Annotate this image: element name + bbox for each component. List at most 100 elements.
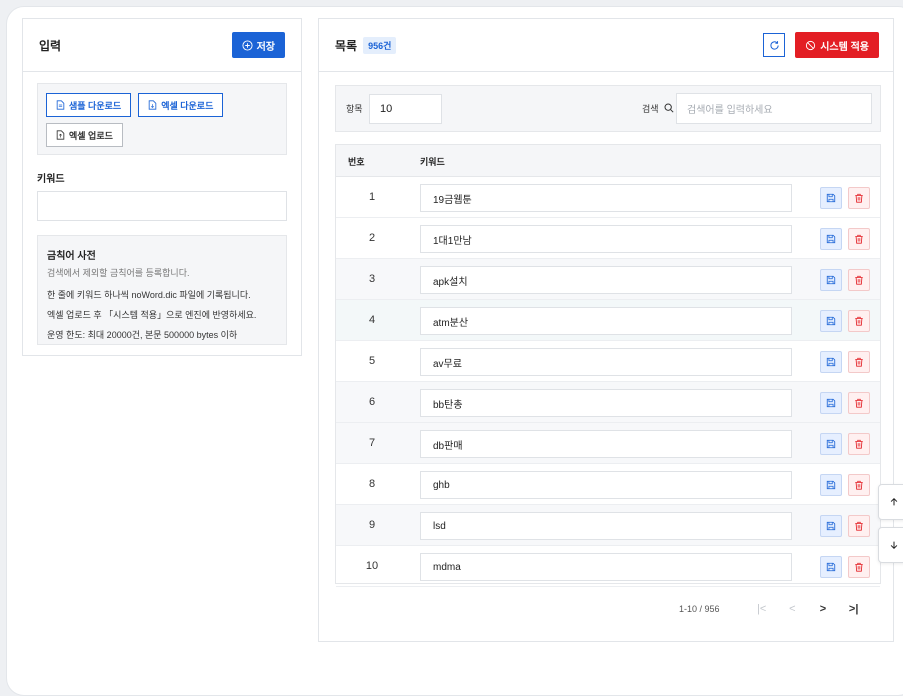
table-row: 2 1대1만남 — [336, 218, 880, 259]
row-keyword-input[interactable]: atm분산 — [420, 307, 792, 335]
row-save-button[interactable] — [820, 392, 842, 414]
last-page-button[interactable]: >| — [838, 603, 869, 615]
table-row: 6 bb탄총 — [336, 382, 880, 423]
row-number: 3 — [368, 273, 376, 285]
input-panel-title: 입력 — [39, 38, 62, 53]
save-button-label: 저장 — [256, 41, 275, 53]
sample-download-label: 샘플 다운로드 — [69, 100, 122, 111]
row-save-button[interactable] — [820, 269, 842, 291]
row-number: 10 — [365, 560, 379, 572]
trash-icon — [855, 562, 863, 572]
save-icon — [826, 562, 836, 572]
row-keyword-input[interactable]: ghb — [420, 471, 792, 499]
save-icon — [826, 316, 836, 326]
row-save-button[interactable] — [820, 187, 842, 209]
file-upload-icon — [56, 130, 65, 140]
list-panel: 목록 956건 시스템 적용 항목 10 검색 검색어를 입력하세요 번호 키워… — [318, 18, 894, 642]
row-save-button[interactable] — [820, 433, 842, 455]
row-delete-button[interactable] — [848, 269, 870, 291]
row-keyword-input[interactable]: mdma — [420, 553, 792, 581]
row-delete-button[interactable] — [848, 474, 870, 496]
trash-icon — [855, 521, 863, 531]
filter-bar: 항목 10 검색 검색어를 입력하세요 — [335, 85, 881, 132]
row-save-button[interactable] — [820, 310, 842, 332]
prev-page-button[interactable]: < — [777, 603, 808, 615]
save-button[interactable]: 저장 — [231, 32, 285, 58]
table-row: 3 apk설치 — [336, 259, 880, 300]
row-delete-button[interactable] — [848, 556, 870, 578]
keyword-label: 키워드 — [37, 174, 65, 185]
save-icon — [826, 398, 836, 408]
search-placeholder: 검색어를 입력하세요 — [687, 105, 773, 116]
refresh-button[interactable] — [763, 33, 786, 57]
save-icon — [826, 193, 836, 203]
row-keyword-input[interactable]: av무료 — [420, 348, 792, 376]
row-delete-button[interactable] — [848, 392, 870, 414]
table-row: 9 lsd — [336, 505, 880, 546]
system-apply-button[interactable]: 시스템 적용 — [795, 32, 879, 58]
pagination: 1-10 / 956 |< < > >| — [679, 601, 869, 617]
row-delete-button[interactable] — [848, 515, 870, 537]
keyword-input[interactable] — [37, 191, 287, 221]
trash-icon — [855, 480, 863, 490]
scroll-down-button[interactable] — [878, 527, 903, 563]
file-actions-box: 샘플 다운로드 엑셀 다운로드 엑셀 업로드 — [37, 83, 287, 155]
row-keyword-input[interactable]: lsd — [420, 512, 792, 540]
search-label: 검색 — [642, 104, 659, 114]
pagination-range: 1-10 / 956 — [679, 604, 720, 614]
table-row: 8 ghb — [336, 464, 880, 505]
row-save-button[interactable] — [820, 515, 842, 537]
page-size-input[interactable]: 10 — [369, 94, 442, 124]
excel-download-button[interactable]: 엑셀 다운로드 — [138, 93, 224, 117]
row-delete-button[interactable] — [848, 228, 870, 250]
trash-icon — [855, 357, 863, 367]
list-panel-header: 목록 956건 시스템 적용 — [319, 19, 893, 72]
file-icon — [56, 100, 65, 110]
search-icon — [664, 103, 674, 113]
row-save-button[interactable] — [820, 351, 842, 373]
row-keyword-input[interactable]: db판매 — [420, 430, 792, 458]
excel-upload-button[interactable]: 엑셀 업로드 — [46, 123, 123, 147]
row-save-button[interactable] — [820, 228, 842, 250]
arrow-up-icon — [890, 497, 898, 506]
save-icon — [826, 357, 836, 367]
info-line-1: 한 줄에 키워드 하나씩 noWord.dic 파일에 기록됩니다. — [47, 290, 251, 300]
row-save-button[interactable] — [820, 474, 842, 496]
row-delete-button[interactable] — [848, 187, 870, 209]
trash-icon — [855, 193, 863, 203]
input-panel: 입력 저장 샘플 다운로드 엑셀 다운로드 엑셀 업로드 키워드 금칙어 사전 — [22, 18, 302, 356]
info-line-2: 엑셀 업로드 후 「시스템 적용」으로 엔진에 반영하세요. — [47, 310, 257, 320]
row-number: 1 — [368, 191, 376, 203]
excel-upload-label: 엑셀 업로드 — [69, 130, 113, 141]
trash-icon — [855, 398, 863, 408]
table-body: 1 19금웹툰 2 1대1만남 3 apk설치 4 atm분산 5 av무료 6 bb탄총 7 db판매 8… — [336, 177, 880, 587]
input-panel-header: 입력 저장 — [23, 19, 301, 72]
col-keyword-header: 키워드 — [420, 157, 445, 167]
keyword-table: 번호 키워드 1 19금웹툰 2 1대1만남 3 apk설치 4 atm분산 5 av무료 6 bb탄… — [335, 144, 881, 587]
save-icon — [826, 234, 836, 244]
row-keyword-input[interactable]: bb탄총 — [420, 389, 792, 417]
row-number: 2 — [368, 232, 376, 244]
ban-icon — [806, 40, 816, 50]
table-row: 5 av무료 — [336, 341, 880, 382]
search-input[interactable]: 검색어를 입력하세요 — [676, 93, 872, 124]
scroll-up-button[interactable] — [878, 484, 903, 520]
trash-icon — [855, 439, 863, 449]
count-badge: 956건 — [363, 36, 397, 54]
row-delete-button[interactable] — [848, 351, 870, 373]
first-page-button[interactable]: |< — [746, 603, 777, 615]
row-keyword-input[interactable]: 1대1만남 — [420, 225, 792, 253]
row-save-button[interactable] — [820, 556, 842, 578]
row-delete-button[interactable] — [848, 310, 870, 332]
trash-icon — [855, 234, 863, 244]
row-keyword-input[interactable]: 19금웹툰 — [420, 184, 792, 212]
row-keyword-input[interactable]: apk설치 — [420, 266, 792, 294]
row-number: 7 — [368, 437, 376, 449]
row-delete-button[interactable] — [848, 433, 870, 455]
sample-download-button[interactable]: 샘플 다운로드 — [46, 93, 132, 117]
next-page-button[interactable]: > — [808, 603, 839, 615]
file-download-icon — [148, 100, 157, 110]
trash-icon — [855, 316, 863, 326]
col-num-header: 번호 — [348, 157, 365, 167]
page-size-label: 항목 — [346, 104, 363, 114]
